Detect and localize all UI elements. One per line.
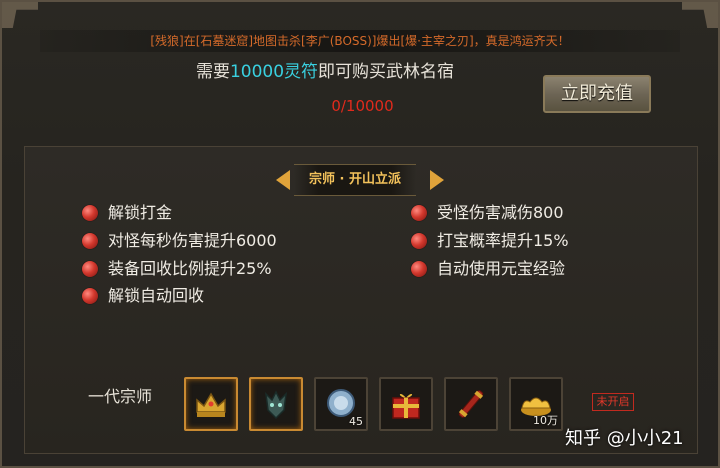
item-count: 45 (349, 415, 363, 428)
frame-corner-ornament (682, 2, 718, 28)
prev-arrow-icon[interactable] (276, 170, 290, 190)
red-bullet-icon (411, 233, 427, 249)
reward-slot[interactable]: 45 (314, 377, 368, 431)
red-bullet-icon (411, 261, 427, 277)
watermark: 知乎 @小小21 (565, 428, 684, 449)
crown-icon (196, 392, 226, 417)
next-arrow-icon[interactable] (430, 170, 444, 190)
reward-slot[interactable] (249, 377, 303, 431)
status-badge: 未开启 (592, 393, 634, 411)
red-bullet-icon (411, 205, 427, 221)
frame-corner-ornament (2, 2, 38, 28)
requirement-amount: 10000灵符 (229, 62, 319, 82)
item-count: 10万 (533, 414, 558, 427)
red-bullet-icon (82, 205, 98, 221)
dragon-mask-icon (264, 390, 288, 420)
reward-slot[interactable]: 10万 (509, 377, 563, 431)
requirement-prefix: 需要 (195, 62, 230, 82)
rank-label: 一代宗师 (88, 387, 153, 406)
red-bullet-icon (82, 233, 98, 249)
gift-box-icon (392, 393, 420, 419)
reward-slot[interactable] (184, 377, 238, 431)
reward-slot[interactable] (444, 377, 498, 431)
red-bullet-icon (82, 288, 98, 304)
requirement-suffix: 即可购买武林名宿 (318, 62, 455, 82)
scroll-icon (458, 390, 484, 418)
reward-slot[interactable] (379, 377, 433, 431)
broadcast-ticker: [残狼]在[石墓迷窟]地图击杀[李广(BOSS)]爆出[爆·主宰之刃]，真是鸿运… (40, 30, 680, 52)
recharge-button[interactable]: 立即充值 (543, 75, 651, 113)
red-bullet-icon (82, 261, 98, 277)
panel-title: 宗师 · 开山立派 (294, 164, 416, 196)
